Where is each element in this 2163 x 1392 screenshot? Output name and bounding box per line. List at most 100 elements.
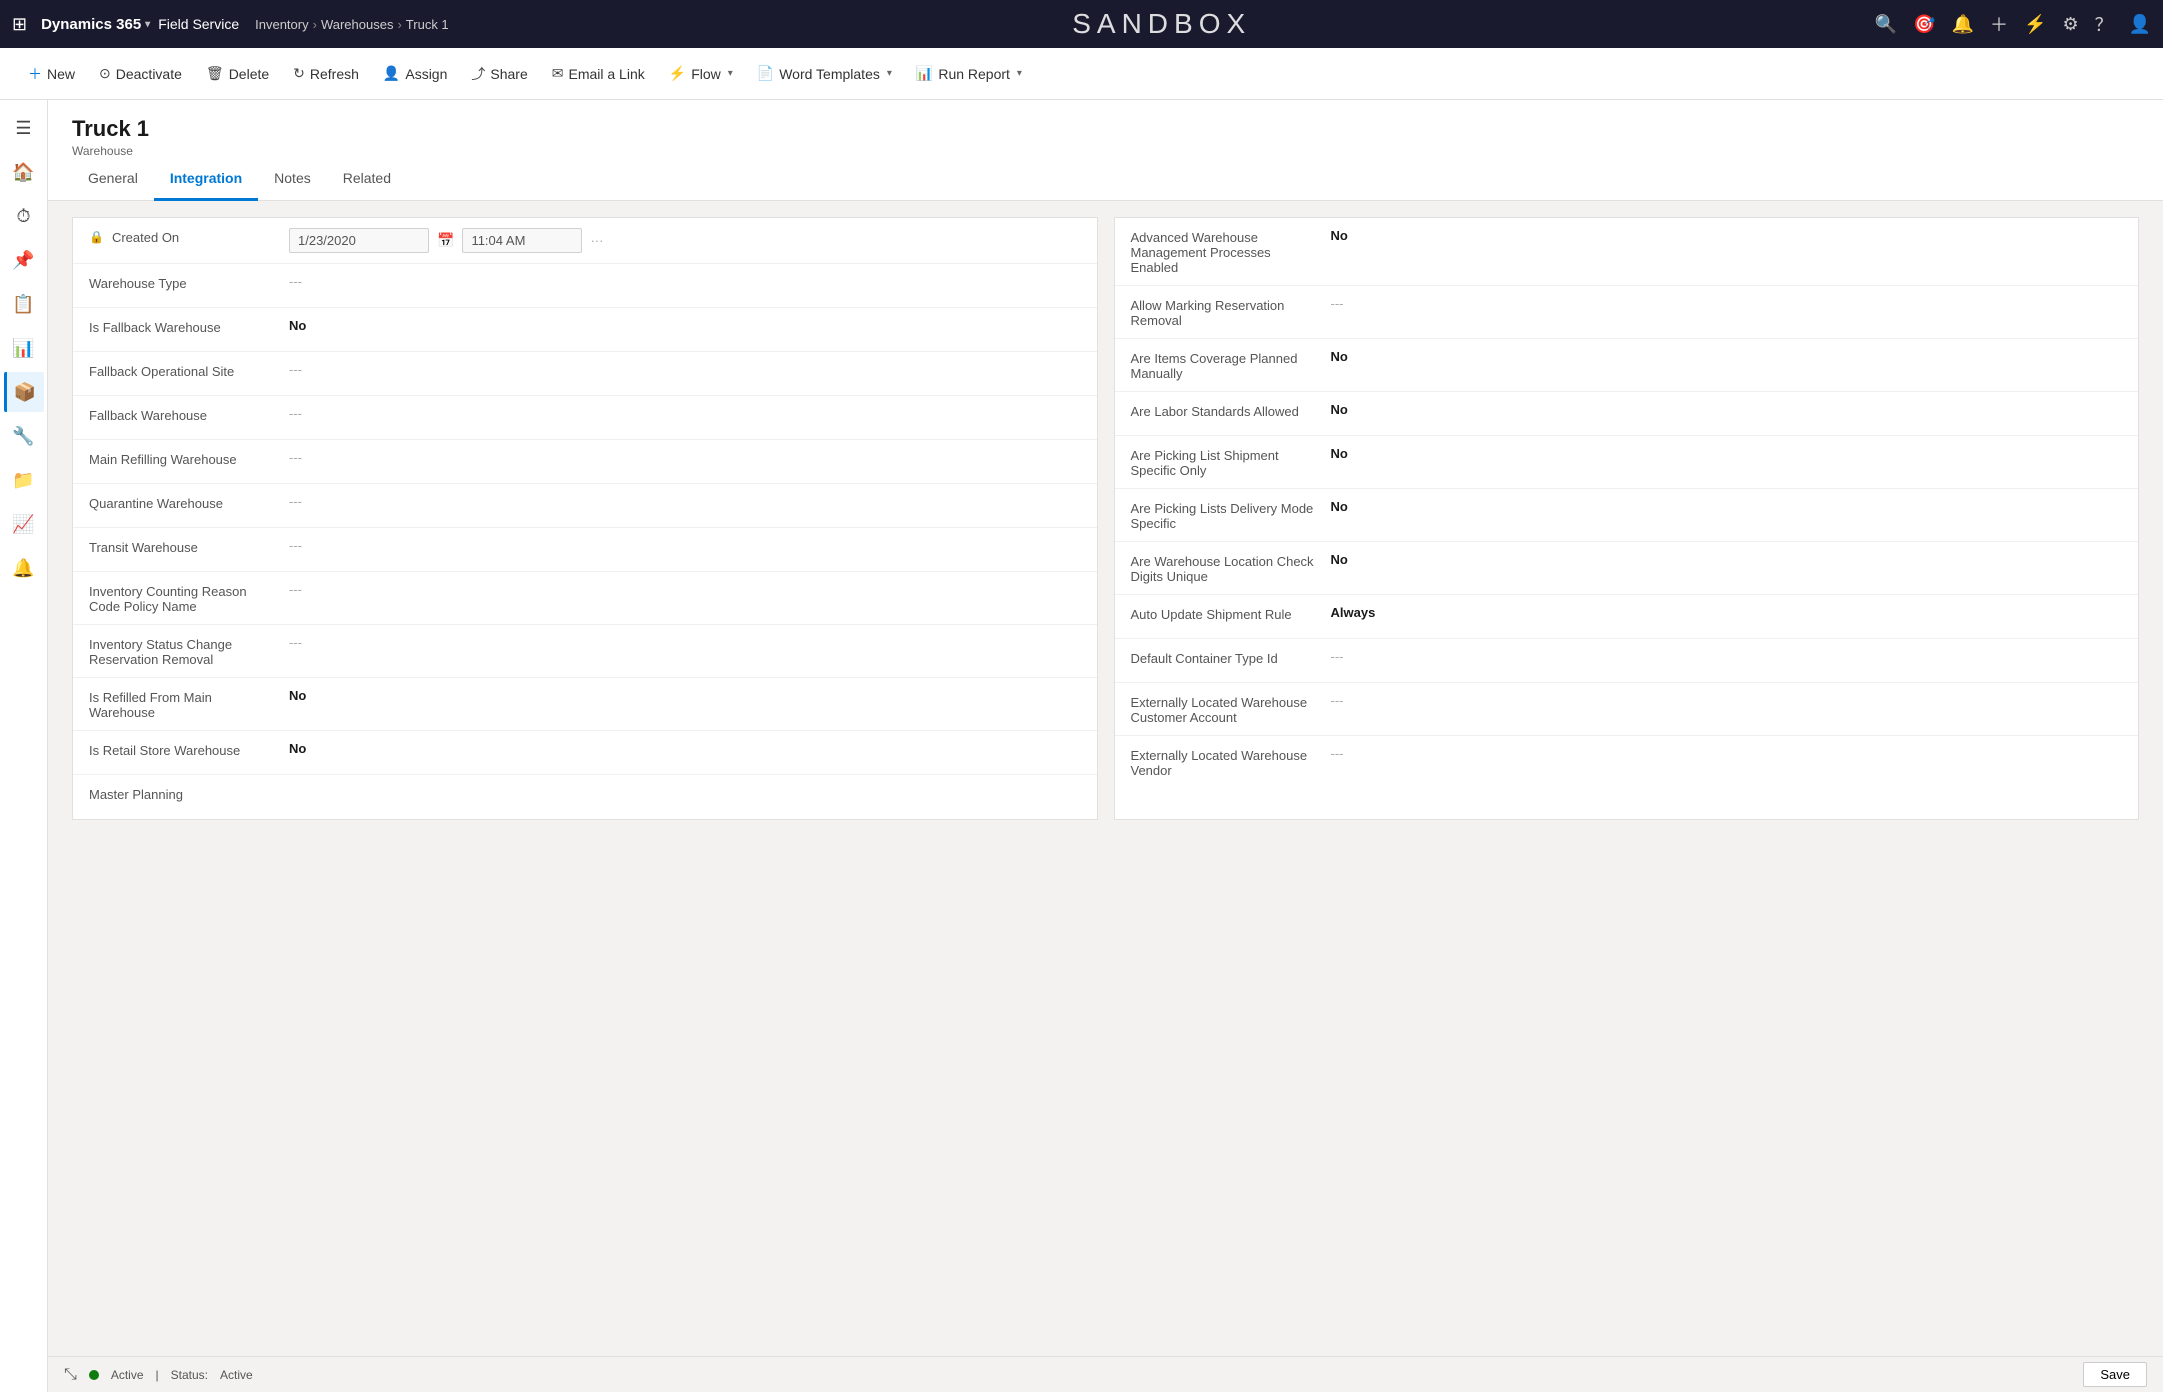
field-service-label[interactable]: Field Service [158,16,239,32]
field-value-auto-update: Always [1331,605,2123,620]
top-nav: ⊞ Dynamics 365 ▾ Field Service Inventory… [0,0,2163,48]
flow-chevron: ▾ [728,68,733,79]
sidebar-item-recent[interactable]: ⏱ [4,196,44,236]
status-value: Active [220,1368,253,1382]
sidebar-item-inventory[interactable]: 📦 [4,372,44,412]
dynamics-365-label[interactable]: Dynamics 365 [41,16,141,33]
user-icon[interactable]: 👤 [2129,14,2151,35]
deactivate-icon: ⊙ [99,65,111,82]
field-label-picking-lists-delivery: Are Picking Lists Delivery Mode Specific [1131,499,1331,531]
settings-icon[interactable]: ⚙ [2062,14,2078,35]
breadcrumb-inventory[interactable]: Inventory [255,17,308,32]
field-row-allow-marking: Allow Marking Reservation Removal --- [1115,286,2139,339]
sidebar-toggle[interactable]: ☰ [4,108,44,148]
filter-icon[interactable]: ⚡ [2024,14,2046,35]
sidebar-item-reports[interactable]: 📈 [4,504,44,544]
sidebar-item-tools[interactable]: 🔧 [4,416,44,456]
target-icon[interactable]: 🎯 [1913,14,1935,35]
field-value-fallback-warehouse: --- [289,406,1081,421]
field-value-is-fallback: No [289,318,1081,333]
search-icon[interactable]: 🔍 [1875,14,1897,35]
assign-button[interactable]: 👤 Assign [371,59,459,88]
sidebar-item-dashboards[interactable]: 📊 [4,328,44,368]
deactivate-button[interactable]: ⊙ Deactivate [87,59,194,88]
flow-button[interactable]: ⚡ Flow ▾ [657,59,745,88]
calendar-icon[interactable]: 📅 [437,232,454,249]
field-row-inventory-counting: Inventory Counting Reason Code Policy Na… [73,572,1097,625]
help-icon[interactable]: ？ [2095,11,2113,37]
content-area: Truck 1 Warehouse General Integration No… [48,100,2163,1392]
refresh-button[interactable]: ↻ Refresh [281,59,371,88]
bell-icon[interactable]: 🔔 [1952,14,1974,35]
plus-icon[interactable]: ＋ [1990,11,2008,37]
field-row-picking-list-shipment: Are Picking List Shipment Specific Only … [1115,436,2139,489]
field-value-picking-list-shipment: No [1331,446,2123,461]
field-row-retail-store: Is Retail Store Warehouse No [73,731,1097,775]
field-value-ext-customer: --- [1331,693,2123,708]
tab-related[interactable]: Related [327,158,407,201]
field-label-container-type: Default Container Type Id [1131,649,1331,666]
tab-integration[interactable]: Integration [154,158,258,201]
field-row-inventory-status: Inventory Status Change Reservation Remo… [73,625,1097,678]
field-row-quarantine: Quarantine Warehouse --- [73,484,1097,528]
page-header: Truck 1 Warehouse [48,100,2163,158]
share-icon: ⤴ [471,64,485,84]
field-value-inventory-counting: --- [289,582,1081,597]
word-templates-chevron: ▾ [887,68,892,79]
field-row-ext-vendor: Externally Located Warehouse Vendor --- [1115,736,2139,788]
word-templates-button[interactable]: 📄 Word Templates ▾ [745,59,904,88]
sidebar-item-pinned[interactable]: 📌 [4,240,44,280]
field-row-is-fallback: Is Fallback Warehouse No [73,308,1097,352]
sidebar-item-home[interactable]: 🏠 [4,152,44,192]
field-row-main-refilling: Main Refilling Warehouse --- [73,440,1097,484]
tabs: General Integration Notes Related [48,158,2163,201]
time-input[interactable]: 11:04 AM [462,228,582,253]
waffle-icon[interactable]: ⊞ [12,14,27,35]
email-link-label: Email a Link [568,66,644,82]
field-row-fallback-warehouse: Fallback Warehouse --- [73,396,1097,440]
field-value-quarantine: --- [289,494,1081,509]
time-ellipsis: ··· [590,233,603,248]
field-row-master-planning: Master Planning [73,775,1097,819]
word-templates-label: Word Templates [779,66,880,82]
delete-label: Delete [229,66,269,82]
refresh-icon: ↻ [293,65,305,82]
sidebar-item-notifications[interactable]: 🔔 [4,548,44,588]
field-label-master-planning: Master Planning [89,785,289,802]
sidebar-item-files[interactable]: 📁 [4,460,44,500]
sidebar-item-tasks[interactable]: 📋 [4,284,44,324]
field-value-picking-lists-delivery: No [1331,499,2123,514]
tab-notes[interactable]: Notes [258,158,327,201]
save-button[interactable]: Save [2083,1362,2147,1387]
status-separator: | [156,1368,159,1382]
field-row-refilled-main: Is Refilled From Main Warehouse No [73,678,1097,731]
delete-icon: 🗑 [206,65,224,82]
field-label-ext-vendor: Externally Located Warehouse Vendor [1131,746,1331,778]
status-active-label: Active [111,1368,144,1382]
tab-general[interactable]: General [72,158,154,201]
top-nav-icons: 🔍 🎯 🔔 ＋ ⚡ ⚙ ？ 👤 [1875,11,2151,37]
field-label-is-fallback: Is Fallback Warehouse [89,318,289,335]
form-columns: 🔒 Created On 1/23/2020 📅 11:04 AM ··· Wa… [72,217,2139,820]
breadcrumb-warehouses[interactable]: Warehouses [321,17,394,32]
field-value-inventory-status: --- [289,635,1081,650]
run-report-icon: 📊 [916,65,933,82]
delete-button[interactable]: 🗑 Delete [194,59,281,88]
field-label-inventory-counting: Inventory Counting Reason Code Policy Na… [89,582,289,614]
field-row-transit: Transit Warehouse --- [73,528,1097,572]
run-report-button[interactable]: 📊 Run Report ▾ [904,59,1034,88]
share-button[interactable]: ⤴ Share [459,58,539,90]
refresh-label: Refresh [310,66,359,82]
field-label-refilled-main: Is Refilled From Main Warehouse [89,688,289,720]
field-value-refilled-main: No [289,688,1081,703]
word-templates-icon: 📄 [757,65,774,82]
new-button[interactable]: ＋ New [16,58,87,90]
email-link-button[interactable]: ✉ Email a Link [540,59,657,88]
field-value-container-type: --- [1331,649,2123,664]
status-expand-icon[interactable]: ⤡ [64,1366,77,1384]
date-field-created-on: 1/23/2020 📅 11:04 AM ··· [289,228,1081,253]
breadcrumb-truck1[interactable]: Truck 1 [406,17,449,32]
sandbox-title: SANDBOX [457,8,1867,40]
date-input[interactable]: 1/23/2020 [289,228,429,253]
field-row-created-on: 🔒 Created On 1/23/2020 📅 11:04 AM ··· [73,218,1097,264]
